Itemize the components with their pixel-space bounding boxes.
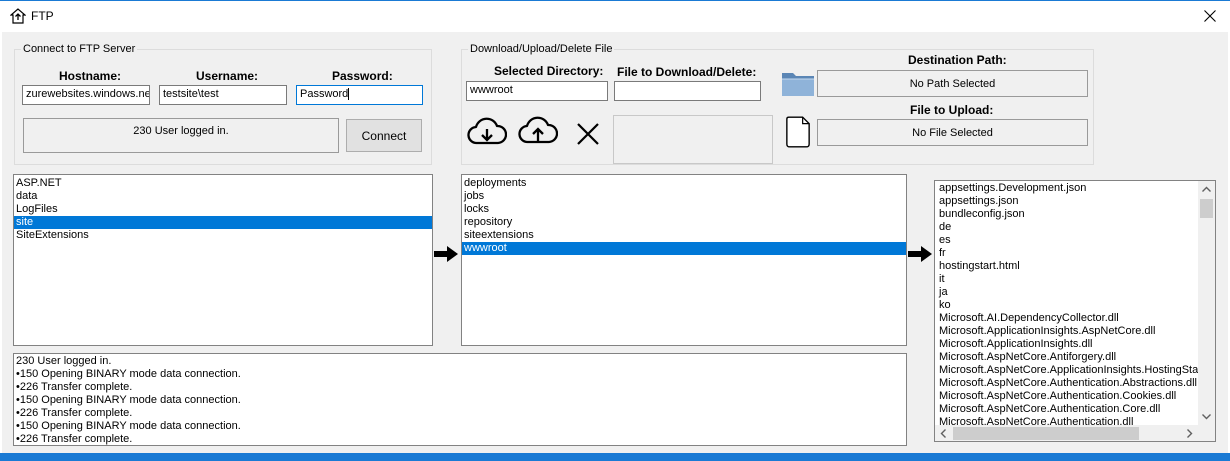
connect-button[interactable]: Connect <box>346 119 422 152</box>
connection-status: 230 User logged in. <box>23 118 339 153</box>
file-list-item[interactable]: Microsoft.ApplicationInsights.AspNetCore… <box>937 325 1198 338</box>
directory-list-item[interactable]: site <box>14 216 432 229</box>
file-to-upload-label: File to Upload: <box>910 103 994 117</box>
file-list-item[interactable]: bundleconfig.json <box>937 208 1198 221</box>
file-list-horizontal-scrollbar[interactable] <box>935 425 1198 442</box>
file-list-item[interactable]: appsettings.Development.json <box>937 182 1198 195</box>
subdirectory-list-item[interactable]: repository <box>462 216 906 229</box>
password-label: Password: <box>332 69 393 83</box>
directory-list-item[interactable]: data <box>14 190 432 203</box>
log-line: •150 Opening BINARY mode data connection… <box>16 368 241 380</box>
file-list-vertical-scrollbar[interactable] <box>1198 181 1215 425</box>
file-list-items: appsettings.Development.json appsettings.… <box>936 182 1198 425</box>
directory-list-item[interactable]: LogFiles <box>14 203 432 216</box>
title-bar <box>0 0 1230 32</box>
log-line: •226 Transfer complete. <box>16 407 133 419</box>
file-icon[interactable] <box>785 115 811 149</box>
file-list-item[interactable]: Microsoft.AspNetCore.Authentication.Core… <box>937 403 1198 416</box>
password-field[interactable]: Password <box>296 85 423 105</box>
download-icon[interactable] <box>467 117 507 149</box>
file-list-item[interactable]: Microsoft.AspNetCore.Authentication.Cook… <box>937 390 1198 403</box>
file-list-item[interactable]: de <box>937 221 1198 234</box>
hostname-field[interactable]: zurewebsites.windows.net <box>22 85 150 105</box>
subdirectory-list-item[interactable]: deployments <box>462 177 906 190</box>
destination-path-label: Destination Path: <box>908 53 1007 67</box>
file-list-item[interactable]: Microsoft.AspNetCore.Antiforgery.dll <box>937 351 1198 364</box>
directory-list-item[interactable]: SiteExtensions <box>14 229 432 242</box>
transfer-group-legend: Download/Upload/Delete File <box>470 43 613 55</box>
scroll-right-icon[interactable] <box>1181 425 1198 442</box>
log-line: 230 User logged in. <box>16 355 112 367</box>
connect-group-legend: Connect to FTP Server <box>23 43 136 55</box>
file-list-item[interactable]: appsettings.json <box>937 195 1198 208</box>
subdirectory-list-item[interactable]: siteextensions <box>462 229 906 242</box>
file-list-item[interactable]: Microsoft.AspNetCore.Authentication.Abst… <box>937 377 1198 390</box>
horizontal-scroll-thumb[interactable] <box>953 427 1139 440</box>
subdirectory-list[interactable]: deployments jobs locks repository siteextens… <box>461 174 907 346</box>
file-list-item[interactable]: ko <box>937 299 1198 312</box>
delete-icon[interactable] <box>576 122 600 146</box>
upload-icon[interactable] <box>518 116 558 148</box>
username-field[interactable]: testsite\test <box>159 85 287 105</box>
file-list-item[interactable]: Microsoft.AspNetCore.Authentication.dll <box>937 416 1198 425</box>
file-list-item[interactable]: ja <box>937 286 1198 299</box>
log-line: •226 Transfer complete. <box>16 381 133 393</box>
log-line: •150 Opening BINARY mode data connection… <box>16 394 241 406</box>
scroll-left-icon[interactable] <box>935 425 952 442</box>
file-list-item[interactable]: Microsoft.AI.DependencyCollector.dll <box>937 312 1198 325</box>
arrow-right-icon <box>908 246 932 262</box>
file-list-item[interactable]: Microsoft.ApplicationInsights.dll <box>937 338 1198 351</box>
password-field-text: Password <box>300 88 349 100</box>
close-icon <box>1204 9 1216 22</box>
destination-path-display: No Path Selected <box>817 70 1088 97</box>
window-bottom-border <box>0 453 1230 461</box>
scroll-up-icon[interactable] <box>1198 181 1215 198</box>
file-list-item[interactable]: hostingstart.html <box>937 260 1198 273</box>
file-list[interactable]: appsettings.Development.json appsettings.… <box>934 180 1216 442</box>
selected-directory-label: Selected Directory: <box>494 64 604 78</box>
file-list-item[interactable]: Microsoft.AspNetCore.ApplicationInsights… <box>937 364 1198 377</box>
scrollbar-corner <box>1198 425 1215 441</box>
log-line: •226 Transfer complete. <box>16 433 133 445</box>
window-title: FTP <box>31 9 54 23</box>
root-directory-list[interactable]: ASP.NET data LogFiles site SiteExtensions <box>13 174 433 346</box>
file-list-item[interactable]: it <box>937 273 1198 286</box>
file-list-item[interactable]: es <box>937 234 1198 247</box>
username-label: Username: <box>196 69 259 83</box>
scroll-down-icon[interactable] <box>1198 408 1215 425</box>
window-left-edge <box>0 32 2 453</box>
close-button[interactable] <box>1190 0 1230 31</box>
log-line: •150 Opening BINARY mode data connection… <box>16 420 241 432</box>
selected-directory-field[interactable]: wwwroot <box>466 81 608 101</box>
subdirectory-list-item[interactable]: wwwroot <box>462 242 906 255</box>
subdirectory-list-item[interactable]: jobs <box>462 190 906 203</box>
ftp-app-icon <box>10 8 26 24</box>
text-cursor <box>348 88 350 101</box>
preview-panel <box>613 115 773 164</box>
directory-list-item[interactable]: ASP.NET <box>14 177 432 190</box>
log-output: 230 User logged in. •150 Opening BINARY m… <box>13 353 907 446</box>
folder-icon[interactable] <box>781 69 815 97</box>
hostname-label: Hostname: <box>59 69 122 83</box>
file-to-upload-display: No File Selected <box>817 119 1088 146</box>
file-to-download-field[interactable] <box>614 81 761 101</box>
file-list-item[interactable]: fr <box>937 247 1198 260</box>
file-to-download-label: File to Download/Delete: <box>617 65 757 79</box>
vertical-scroll-thumb[interactable] <box>1200 199 1213 218</box>
subdirectory-list-item[interactable]: locks <box>462 203 906 216</box>
arrow-right-icon <box>434 246 458 262</box>
